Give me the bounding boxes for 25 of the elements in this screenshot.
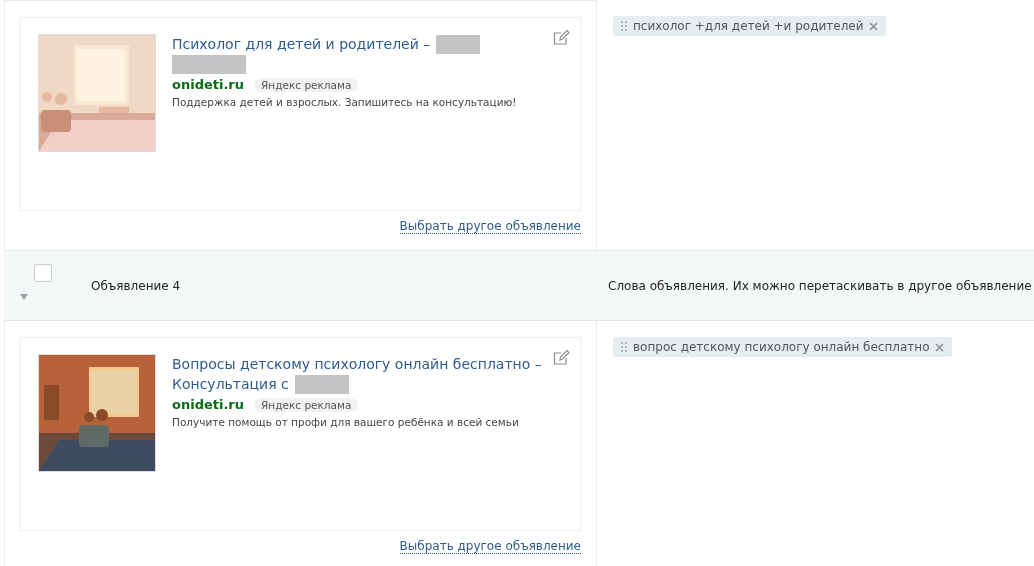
ad-badge: Яндекс реклама	[254, 397, 359, 412]
ad-domain: onideti.ru	[172, 77, 245, 92]
ad-badge: Яндекс реклама	[254, 77, 359, 92]
choose-other-ad-link[interactable]: Выбрать другое объявление	[399, 219, 581, 234]
caret-icon[interactable]	[20, 294, 28, 300]
choose-other-ad-link[interactable]: Выбрать другое объявление	[399, 539, 581, 554]
checkbox[interactable]	[34, 264, 52, 282]
drag-handle-icon[interactable]	[621, 21, 627, 31]
keyword-chip[interactable]: психолог +для детей +и родителей	[613, 16, 887, 36]
ad-group-name: Объявление 4	[91, 278, 181, 293]
close-icon[interactable]	[869, 21, 879, 31]
edit-icon[interactable]	[552, 28, 570, 46]
keyword-chip[interactable]: вопрос детскому психологу онлайн бесплатно	[613, 337, 953, 357]
hint-text: Слова объявления. Их можно перетаскивать в другое объявление	[608, 278, 1032, 293]
edit-icon[interactable]	[552, 348, 570, 366]
ad-title[interactable]: Консультация с	[172, 374, 289, 394]
drag-handle-icon[interactable]	[621, 342, 627, 352]
ad-title[interactable]: Вопросы детскому психологу онлайн бесплатно –	[172, 354, 542, 374]
ad-text: Получите помощь от профи для вашего ребёнка и всей семьи	[172, 416, 520, 428]
redaction-block	[436, 34, 481, 54]
redaction-block	[294, 374, 349, 394]
ad-text: Поддержка детей и взрослых. Запишитесь на консультацию!	[172, 96, 518, 108]
close-icon[interactable]	[935, 342, 945, 352]
ad-title[interactable]: Психолог для детей и родителей –	[172, 34, 431, 54]
ad-domain: onideti.ru	[172, 397, 245, 412]
